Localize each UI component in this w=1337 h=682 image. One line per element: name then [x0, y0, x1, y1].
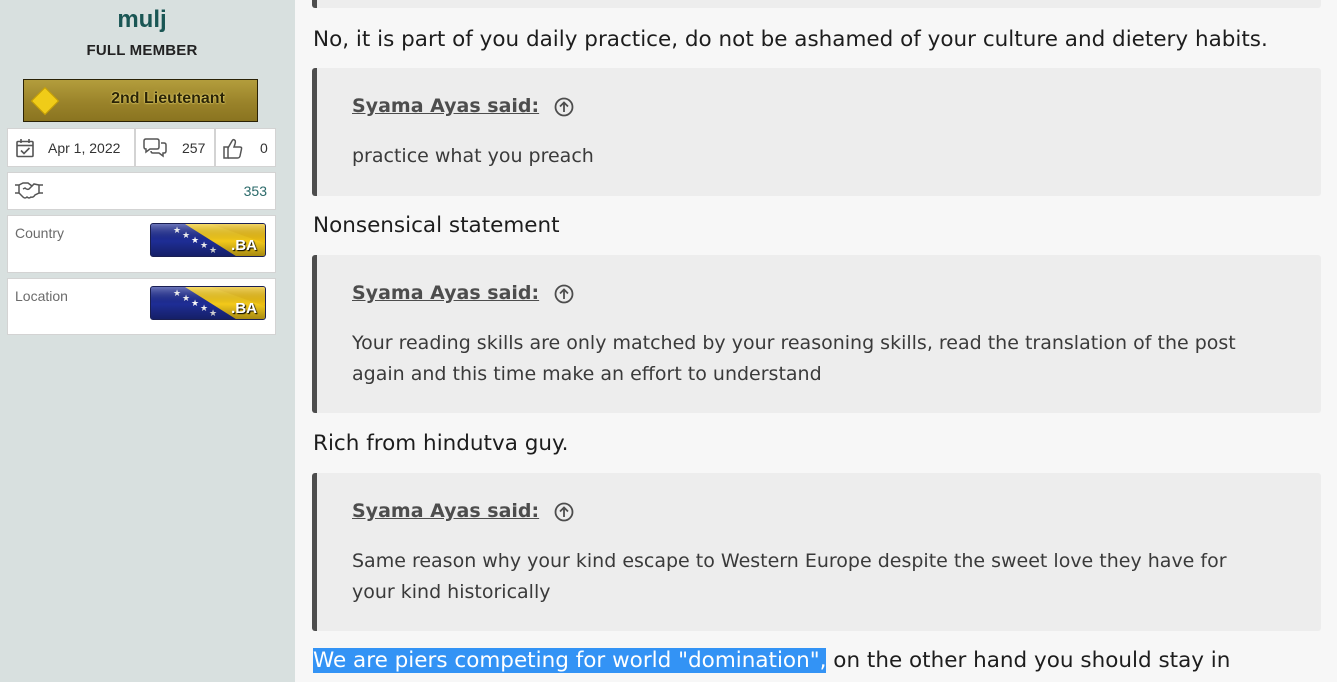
quote-block: Syama Ayas said: practice what you preac…	[312, 68, 1321, 196]
joined-stat: Apr 1, 2022	[7, 128, 135, 167]
reply-text-continued: on the other hand you should stay in	[826, 648, 1231, 673]
post-body: No, it is part of you daily practice, do…	[295, 0, 1337, 682]
previous-quote-block	[312, 0, 1321, 8]
country-flag-image: ★ ★ ★ ★ ★ .BA	[150, 223, 266, 257]
reactions-count: 0	[260, 140, 268, 156]
rank-insignia-icon	[30, 86, 60, 116]
quote-line: Your reading skills are only matched by …	[352, 332, 1236, 354]
quote-author-link[interactable]: Syama Ayas said:	[352, 500, 539, 522]
messages-count: 257	[182, 140, 206, 156]
reply-text: We are piers competing for world "domina…	[313, 648, 1230, 673]
location-flag-image: ★ ★ ★ ★ ★ .BA	[150, 286, 266, 320]
thumbs-up-icon	[223, 138, 243, 159]
go-to-original-arrow-icon[interactable]	[553, 96, 575, 118]
reply-text: No, it is part of you daily practice, do…	[313, 27, 1268, 52]
go-to-original-arrow-icon[interactable]	[553, 501, 575, 523]
quote-author-link[interactable]: Syama Ayas said:	[352, 282, 539, 304]
quote-text: Same reason why your kind escape to West…	[352, 546, 1227, 608]
quote-line: Same reason why your kind escape to West…	[352, 550, 1227, 572]
quote-text: Your reading skills are only matched by …	[352, 328, 1236, 390]
trophy-points-box: 353	[7, 172, 276, 210]
quote-text: practice what you preach	[352, 141, 594, 172]
reply-text: Rich from hindutva guy.	[313, 431, 569, 456]
quote-author-link[interactable]: Syama Ayas said:	[352, 95, 539, 117]
quote-line: again and this time make an effort to un…	[352, 363, 822, 385]
handshake-icon	[15, 182, 43, 199]
flag-text: .BA	[231, 237, 257, 254]
rank-label: 2nd Lieutenant	[111, 90, 225, 107]
selected-text: We are piers competing for world "domina…	[313, 648, 827, 673]
quote-line: practice what you preach	[352, 145, 594, 167]
user-stats: Apr 1, 2022 257 0	[7, 128, 276, 167]
rank-banner: 2nd Lieutenant	[23, 79, 258, 122]
country-box: Country ★ ★ ★ ★ ★ .BA	[7, 215, 276, 273]
reactions-stat: 0	[215, 128, 276, 167]
go-to-original-arrow-icon[interactable]	[553, 283, 575, 305]
joined-date: Apr 1, 2022	[48, 140, 121, 156]
points-value: 353	[243, 183, 267, 199]
username-link[interactable]: mulj	[0, 6, 284, 34]
country-label: Country	[15, 225, 65, 241]
user-title: FULL MEMBER	[86, 42, 198, 59]
messages-stat: 257	[135, 128, 215, 167]
quote-line: your kind historically	[352, 581, 551, 603]
location-box: Location ★ ★ ★ ★ ★ .BA	[7, 278, 276, 335]
reply-text: Nonsensical statement	[313, 213, 560, 238]
user-sidebar: mulj FULL MEMBER 2nd Lieutenant Apr 1, 2…	[0, 0, 295, 682]
quote-block: Syama Ayas said: Same reason why your ki…	[312, 473, 1321, 631]
speech-bubbles-icon	[143, 138, 167, 158]
quote-block: Syama Ayas said: Your reading skills are…	[312, 255, 1321, 413]
calendar-check-icon	[16, 139, 34, 158]
flag-text: .BA	[231, 300, 257, 317]
location-label: Location	[15, 288, 68, 304]
